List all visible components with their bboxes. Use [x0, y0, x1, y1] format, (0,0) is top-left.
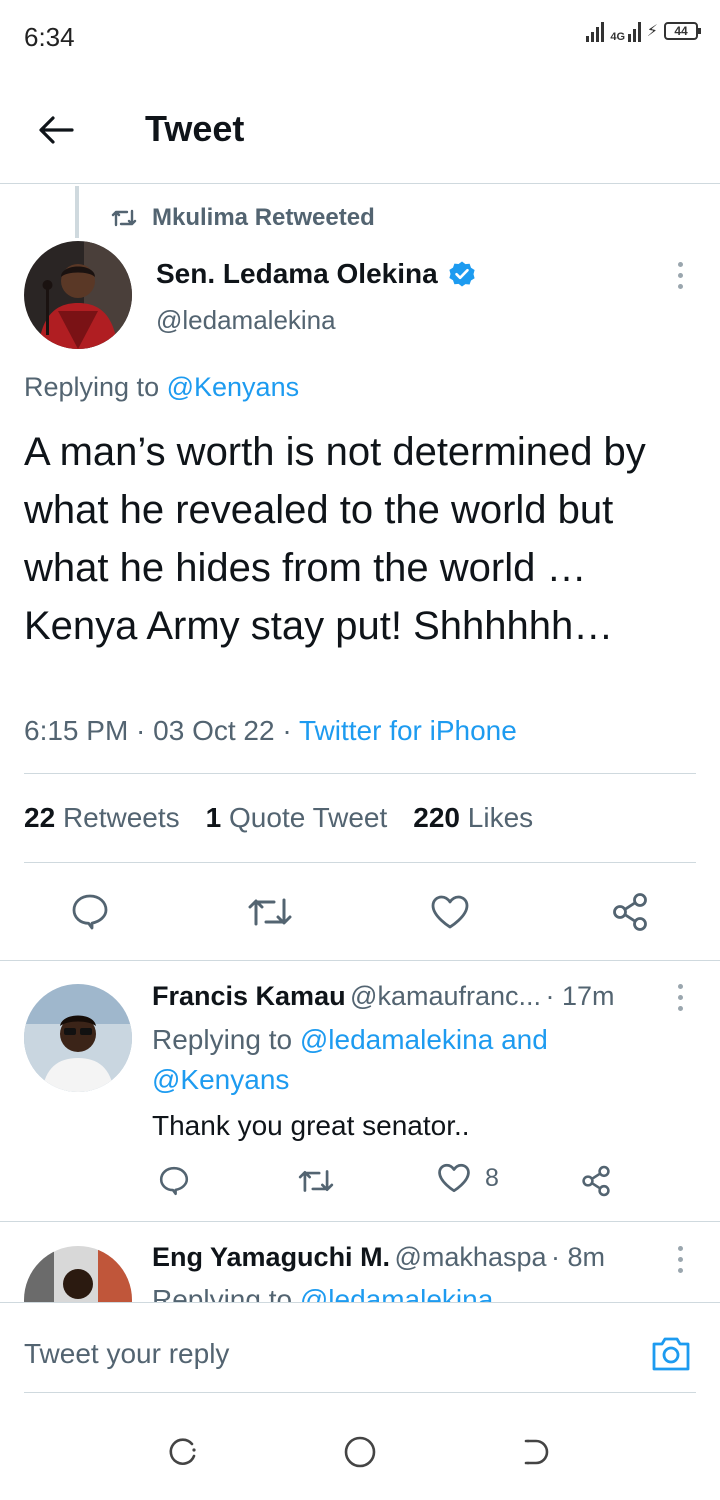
author-name: Sen. Ledama Olekina: [156, 258, 438, 289]
arrow-left-icon: [39, 116, 74, 144]
reply-author-photo: [24, 984, 132, 1092]
thread-line: [75, 186, 79, 238]
reply-text: Thank you great senator..: [152, 1110, 470, 1141]
reply-2-more-button[interactable]: [670, 1246, 690, 1273]
heart-icon: [438, 1163, 470, 1193]
reply-replying-link-1[interactable]: @ledamalekina: [300, 1024, 493, 1055]
back-nav-icon: [524, 1439, 549, 1465]
page-title: Tweet: [145, 108, 245, 149]
reply-2-author-name[interactable]: Eng Yamaguchi M.: [152, 1242, 390, 1272]
reply-like-button[interactable]: 8: [437, 1162, 499, 1194]
signal-icon: [585, 20, 604, 42]
camera-icon: [652, 1337, 690, 1371]
reply-replying-link-2[interactable]: @Kenyans: [152, 1064, 289, 1095]
reply-2-replying-label: Replying to: [152, 1284, 293, 1302]
status-indicators: 4G ⚡ 44: [585, 20, 701, 43]
author-avatar[interactable]: [24, 241, 132, 349]
main-tweet-divider: [0, 960, 720, 961]
reply-button[interactable]: [66, 888, 114, 936]
reply-2-header: Eng Yamaguchi M. @makhaspa · 8m: [152, 1242, 605, 1273]
likes-count: 220: [413, 802, 460, 833]
network-type: 4G: [610, 31, 626, 43]
reply-like-count: 8: [485, 1163, 499, 1192]
replying-to: Replying to @Kenyans: [24, 372, 299, 403]
composer-divider-top: [0, 1302, 720, 1303]
back-nav-button[interactable]: [516, 1432, 556, 1472]
replying-to-link[interactable]: @Kenyans: [167, 372, 299, 402]
tweet-text: A man’s worth is not determined by what …: [24, 430, 646, 648]
retweet-context-label: Mkulima Retweeted: [152, 204, 375, 231]
reply-replying-to: Replying to @ledamalekina and @Kenyans: [152, 1020, 672, 1100]
reply-replying-label: Replying to: [152, 1024, 293, 1055]
author-name-row[interactable]: Sen. Ledama Olekina: [156, 258, 476, 290]
back-button[interactable]: [30, 104, 82, 156]
reply-2-author-handle[interactable]: @makhaspa: [395, 1242, 547, 1272]
recent-apps-button[interactable]: [164, 1432, 204, 1472]
retweets-count: 22: [24, 802, 56, 833]
reply-avatar[interactable]: [24, 984, 132, 1092]
status-time: 6:34: [24, 22, 75, 52]
reply-time: · 17m: [545, 981, 615, 1011]
retweet-icon: [298, 1170, 334, 1192]
heart-icon: [431, 895, 469, 929]
reply-2-author-photo: [24, 1246, 132, 1302]
likes-stat[interactable]: 220 Likes: [413, 802, 533, 834]
reply-2-time: · 8m: [550, 1242, 605, 1272]
reply-2-avatar[interactable]: [24, 1246, 132, 1302]
reply-author-handle[interactable]: @kamaufranc...: [350, 981, 541, 1011]
reply-input[interactable]: Tweet your reply: [24, 1338, 229, 1370]
reply-author-name[interactable]: Francis Kamau: [152, 981, 346, 1011]
share-button[interactable]: [606, 888, 654, 936]
camera-button[interactable]: [650, 1333, 692, 1375]
reply-reply-button[interactable]: [155, 1162, 193, 1200]
battery-icon: 44: [664, 22, 701, 40]
reply-header: Francis Kamau @kamaufranc... · 17m: [152, 981, 652, 1012]
author-handle[interactable]: @ledamalekina: [156, 305, 336, 336]
retweets-label: Retweets: [62, 802, 180, 833]
reply-icon: [159, 1166, 189, 1196]
stats-divider-top: [24, 773, 696, 774]
header-divider: [0, 183, 720, 184]
retweet-icon: [111, 209, 137, 227]
stats-divider-bottom: [24, 862, 696, 863]
reply-icon: [72, 894, 108, 930]
retweet-icon: [248, 898, 292, 926]
tweet-meta: 6:15 PM · 03 Oct 22 · Twitter for iPhone: [24, 715, 517, 747]
charging-icon: ⚡: [646, 23, 658, 40]
reply-more-button[interactable]: [670, 984, 690, 1011]
composer-divider-bottom: [24, 1392, 696, 1393]
signal-icon-2: [627, 20, 641, 42]
quotes-count: 1: [205, 802, 222, 833]
tweet-more-button[interactable]: [670, 262, 690, 289]
tweet-timestamp: 6:15 PM · 03 Oct 22 ·: [24, 715, 299, 746]
reply-replying-and: and: [501, 1024, 548, 1055]
quotes-stat[interactable]: 1 Quote Tweet: [206, 802, 388, 834]
share-icon: [613, 893, 647, 931]
retweet-context[interactable]: Mkulima Retweeted: [110, 204, 375, 232]
replying-to-label: Replying to: [24, 372, 160, 402]
home-button[interactable]: [340, 1432, 380, 1472]
author-photo: [24, 241, 132, 349]
retweets-stat[interactable]: 22 Retweets: [24, 802, 180, 834]
reply-2-replying-to: Replying to @ledamalekina: [152, 1284, 493, 1302]
reply-retweet-button[interactable]: [296, 1162, 336, 1200]
verified-badge-icon: [449, 261, 475, 287]
home-circle-icon: [344, 1436, 376, 1468]
tweet-stats: 22 Retweets 1 Quote Tweet 220 Likes: [24, 802, 533, 834]
recents-icon: [169, 1438, 196, 1465]
like-button[interactable]: [426, 888, 474, 936]
reply-2-replying-link[interactable]: @ledamalekina: [300, 1284, 493, 1302]
likes-label: Likes: [467, 802, 534, 833]
quotes-label: Quote Tweet: [229, 802, 388, 833]
reply-item-2: Eng Yamaguchi M. @makhaspa · 8m Replying…: [0, 1222, 720, 1302]
share-icon: [582, 1165, 610, 1197]
retweet-button[interactable]: [245, 888, 295, 936]
reply-share-button[interactable]: [577, 1162, 615, 1200]
tweet-source-link[interactable]: Twitter for iPhone: [299, 715, 517, 746]
